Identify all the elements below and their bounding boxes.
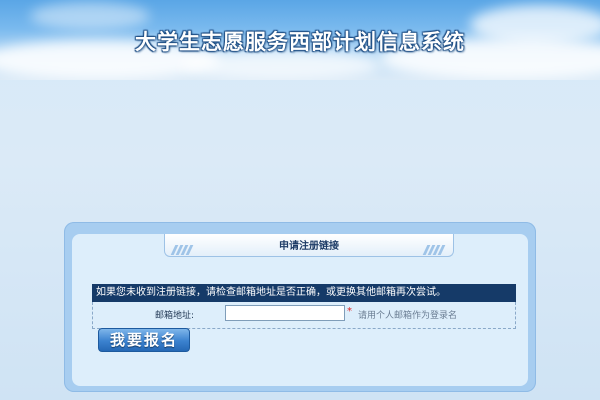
system-title: 大学生志愿服务西部计划信息系统 bbox=[135, 30, 465, 54]
email-label: 邮箱地址: bbox=[155, 311, 195, 321]
panel-title: 申请注册链接 bbox=[279, 241, 339, 252]
email-hint: 请用个人邮箱作为登录名 bbox=[358, 311, 458, 321]
header-banner: 大学生志愿服务西部计划信息系统 bbox=[0, 0, 600, 80]
stripes-decoration-icon bbox=[170, 240, 195, 255]
register-button[interactable]: 我要报名 bbox=[98, 328, 190, 352]
notice-message: 如果您未收到注册链接，请检查邮箱地址是否正确，或更换其他邮箱再次尝试。 bbox=[92, 284, 516, 302]
panel-tab-header: 申请注册链接 bbox=[164, 234, 454, 257]
stripes-decoration-icon bbox=[422, 240, 447, 255]
email-input[interactable] bbox=[225, 305, 345, 321]
panel-body: 申请注册链接 如果您未收到注册链接，请检查邮箱地址是否正确，或更换其他邮箱再次尝… bbox=[72, 234, 528, 386]
registration-panel: 申请注册链接 如果您未收到注册链接，请检查邮箱地址是否正确，或更换其他邮箱再次尝… bbox=[64, 222, 536, 392]
required-mark: * bbox=[347, 306, 352, 317]
email-form-row: 邮箱地址: * 请用个人邮箱作为登录名 bbox=[92, 302, 516, 329]
